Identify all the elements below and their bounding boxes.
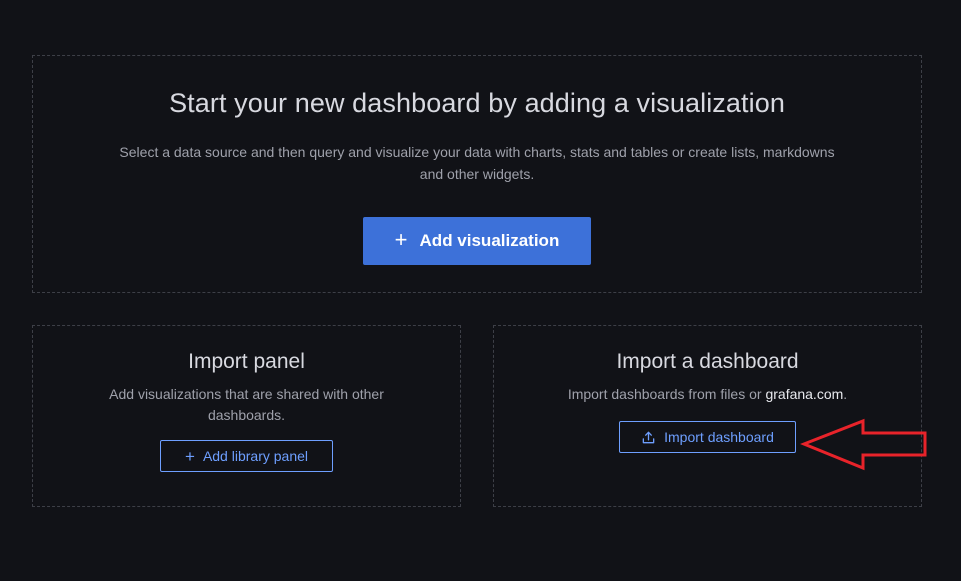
page: Start your new dashboard by adding a vis…	[0, 0, 961, 581]
red-arrow-annotation-icon	[800, 418, 927, 471]
upload-icon	[641, 430, 656, 445]
empty-dashboard-card: Start your new dashboard by adding a vis…	[32, 55, 922, 293]
import-dashboard-label: Import dashboard	[664, 429, 774, 445]
import-panel-description: Add visualizations that are shared with …	[109, 386, 384, 423]
add-visualization-button[interactable]: + Add visualization	[363, 217, 591, 265]
import-panel-card: Import panel Add visualizations that are…	[32, 325, 461, 507]
grafana-com-link[interactable]: grafana.com	[765, 386, 843, 402]
import-dashboard-description: Import dashboards from files or grafana.…	[508, 384, 908, 405]
add-visualization-label: Add visualization	[419, 231, 560, 250]
import-dashboard-title: Import a dashboard	[616, 350, 799, 373]
import-dashboard-description-suffix: .	[843, 386, 848, 402]
plus-icon: +	[185, 446, 195, 466]
add-library-panel-button[interactable]: + Add library panel	[160, 440, 333, 472]
add-library-panel-label: Add library panel	[202, 448, 308, 464]
main-description: Select a data source and then query and …	[119, 144, 835, 182]
import-dashboard-button[interactable]: Import dashboard	[619, 421, 796, 453]
import-panel-title: Import panel	[188, 350, 305, 373]
import-dashboard-card: Import a dashboard Import dashboards fro…	[493, 325, 922, 507]
plus-icon: +	[394, 227, 408, 252]
import-dashboard-description-text: Import dashboards from files or	[567, 386, 766, 402]
main-title: Start your new dashboard by adding a vis…	[169, 88, 785, 118]
